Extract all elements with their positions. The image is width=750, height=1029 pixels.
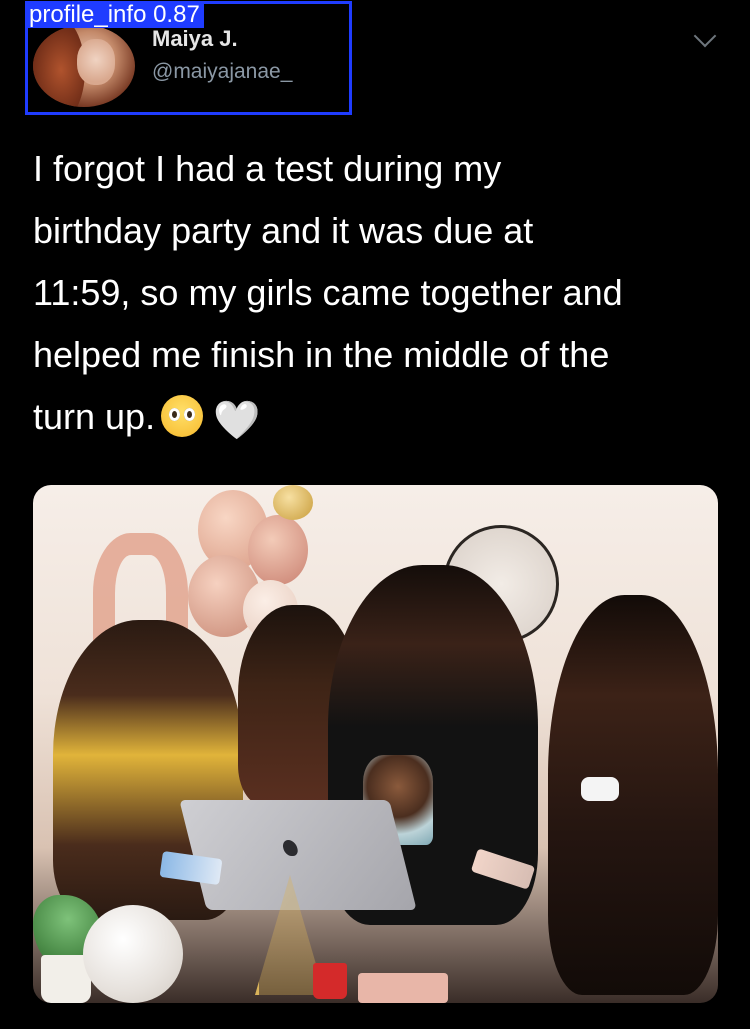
tweet-text: I forgot I had a test during my birthday… [33, 138, 723, 448]
tweet-body: I forgot I had a test during my birthday… [33, 148, 623, 437]
tweet-header: Maiya J. @maiyajanae_ profile_info 0.87 [0, 0, 750, 120]
pink-box [358, 973, 448, 1003]
person-right [548, 595, 718, 995]
tweet-photo[interactable] [33, 485, 718, 1003]
apple-logo-icon [281, 840, 300, 856]
profile-info-detection-label: profile_info 0.87 [25, 1, 204, 28]
pleading-face-icon [161, 395, 204, 437]
laptop [179, 800, 417, 910]
red-cup [313, 963, 347, 999]
white-heart-icon: 🤍 [213, 400, 261, 442]
balloon [248, 515, 308, 585]
balloon [273, 485, 313, 520]
wristwatch [581, 777, 619, 801]
chevron-down-icon[interactable] [693, 24, 717, 48]
balloon-white [83, 905, 183, 1003]
